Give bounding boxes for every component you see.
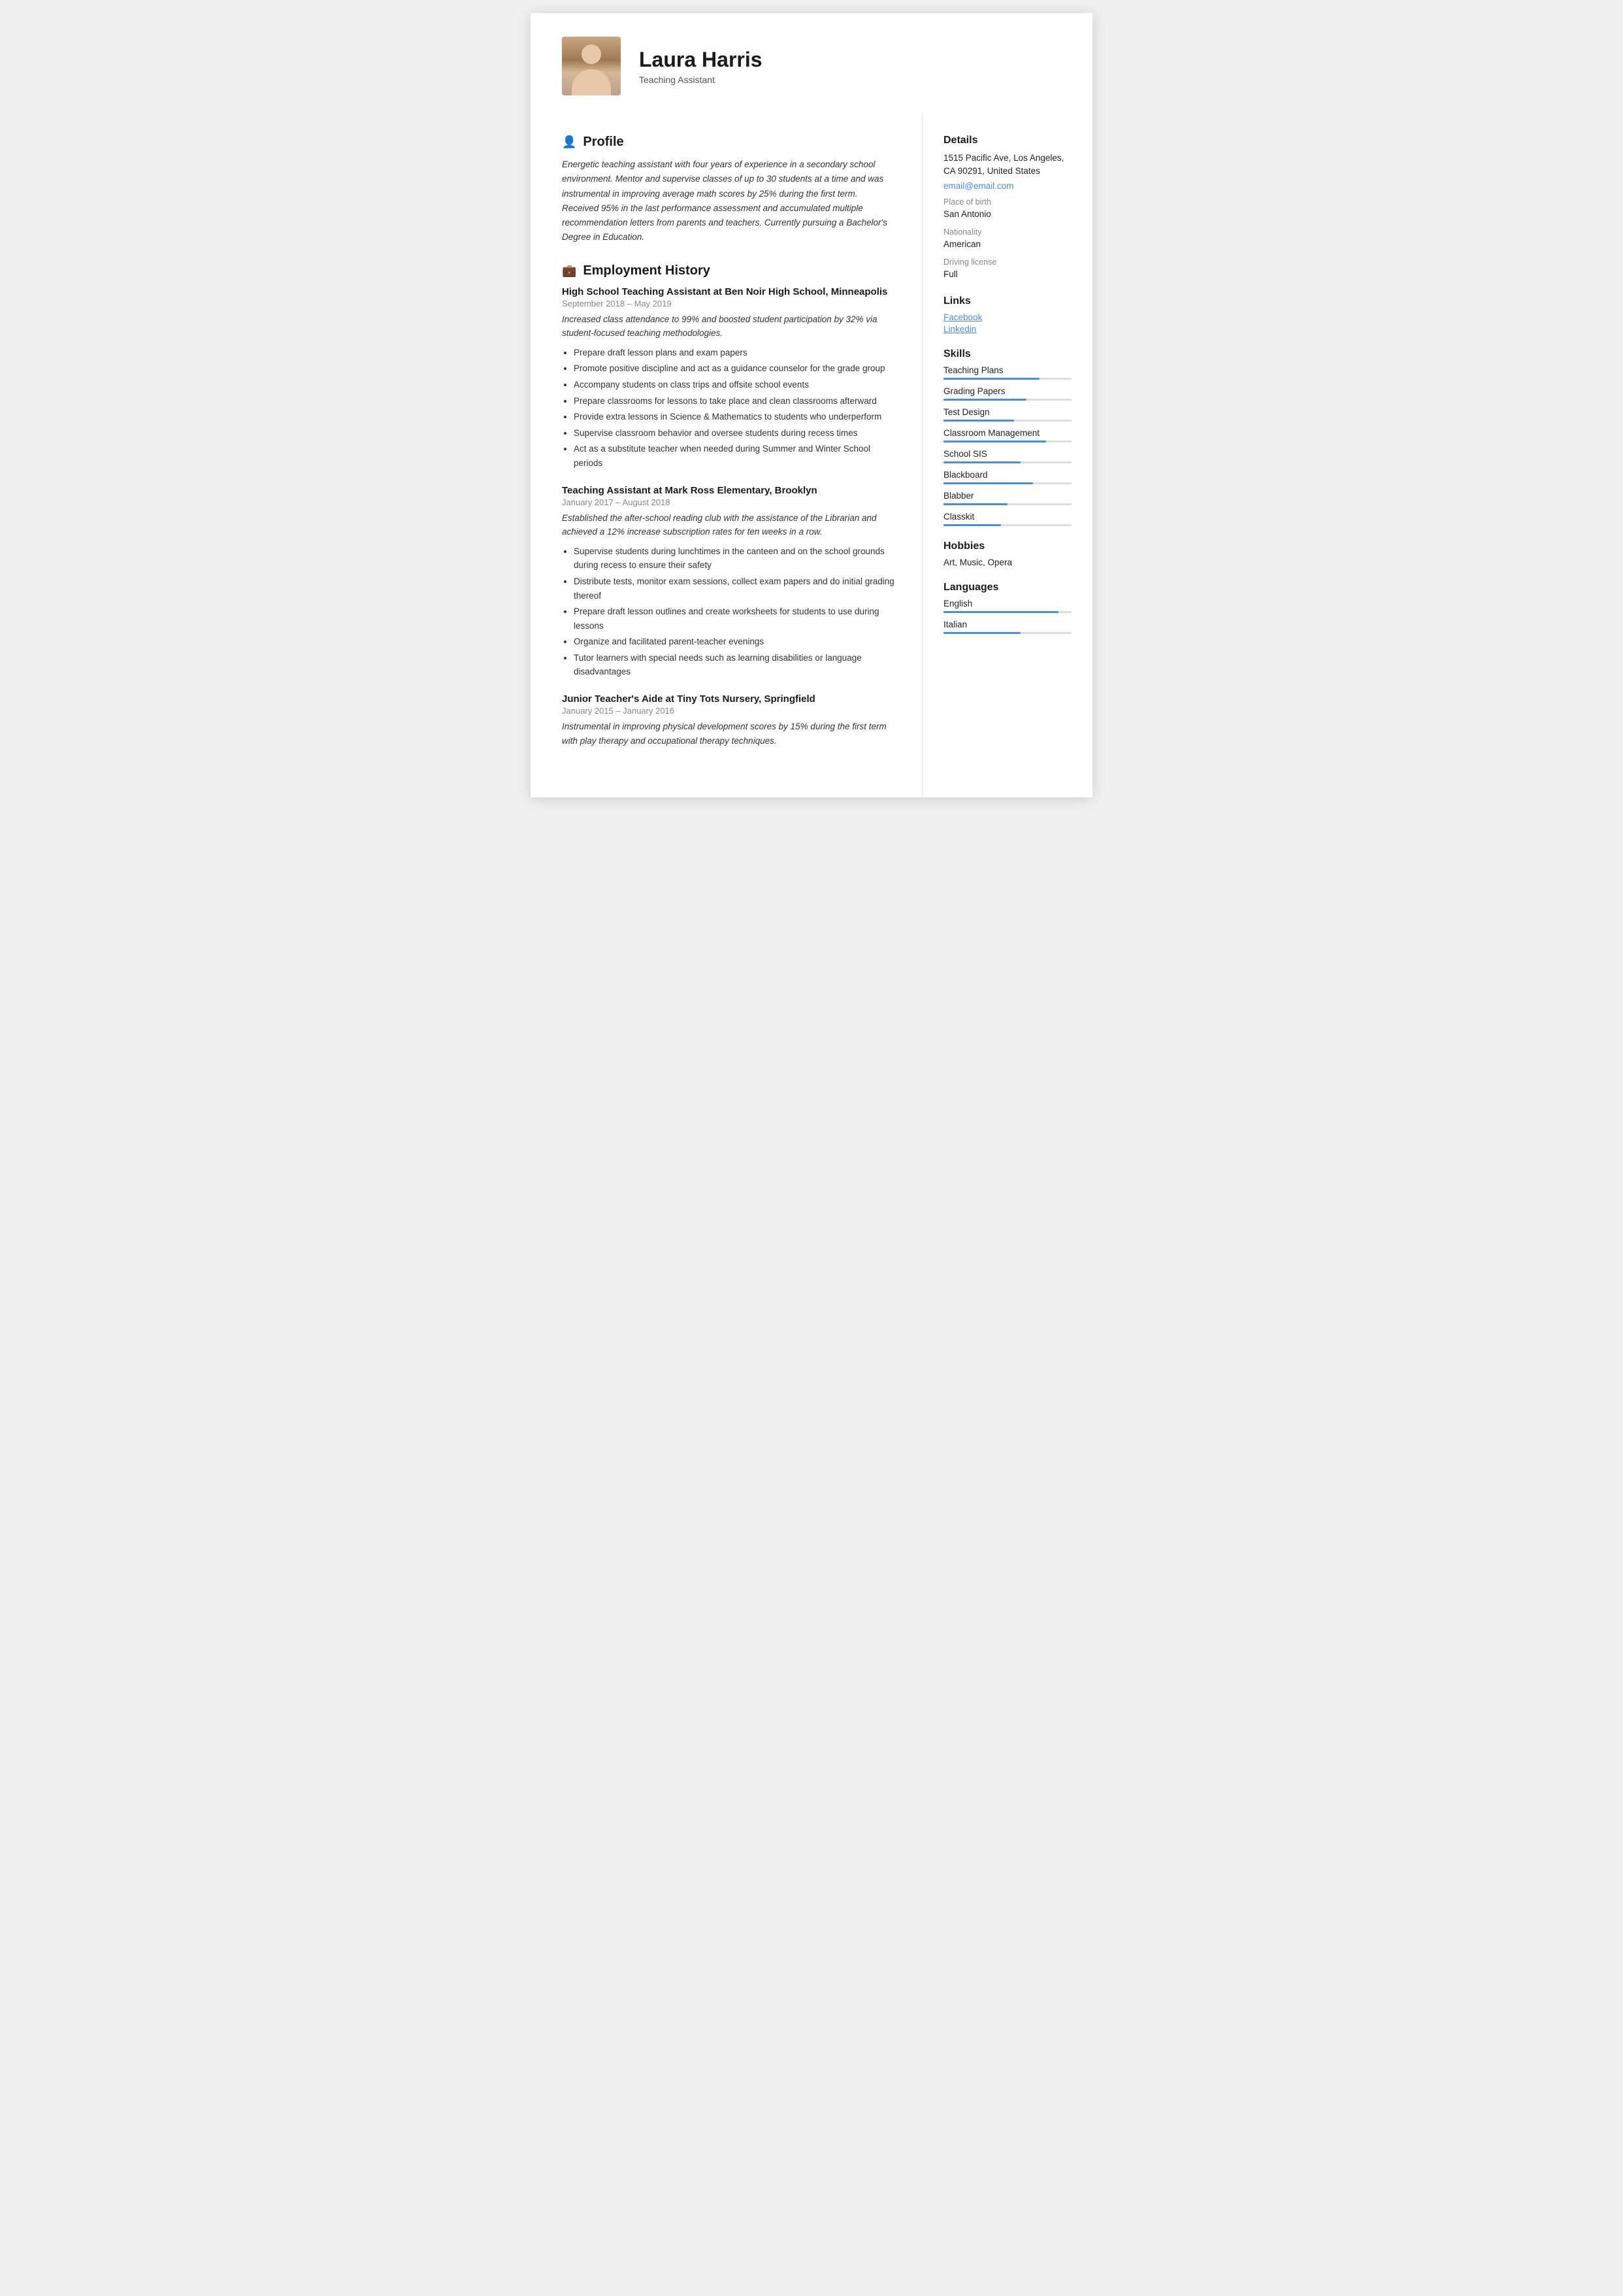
bullet-item: Supervise classroom behavior and oversee…	[574, 426, 896, 441]
detail-nationality-label: Nationality	[943, 227, 1072, 237]
bullet-item: Tutor learners with special needs such a…	[574, 651, 896, 679]
employment-heading: 💼 Employment History	[562, 263, 896, 278]
skill-test-design: Test Design	[943, 407, 1072, 422]
job-3-description: Instrumental in improving physical devel…	[562, 720, 896, 748]
bullet-item: Prepare draft lesson outlines and create…	[574, 605, 896, 633]
detail-pob-label: Place of birth	[943, 197, 1072, 207]
languages-section: Languages English Italian	[943, 582, 1072, 634]
employment-icon: 💼	[562, 264, 576, 278]
job-1-title: High School Teaching Assistant at Ben No…	[562, 286, 896, 297]
detail-license-value: Full	[943, 268, 1072, 281]
employment-section: 💼 Employment History High School Teachin…	[562, 263, 896, 748]
skill-blabber: Blabber	[943, 491, 1072, 505]
links-section: Links Facebook Linkedin	[943, 295, 1072, 334]
skill-classroom-management: Classroom Management	[943, 428, 1072, 442]
bullet-item: Prepare classrooms for lessons to take p…	[574, 394, 896, 408]
detail-license-label: Driving license	[943, 258, 1072, 267]
detail-pob-value: San Antonio	[943, 208, 1072, 221]
skills-section: Skills Teaching Plans Grading Papers Tes…	[943, 348, 1072, 526]
job-3-dates: January 2015 – January 2016	[562, 706, 896, 716]
job-1-bullets: Prepare draft lesson plans and exam pape…	[562, 346, 896, 471]
details-heading: Details	[943, 135, 1072, 146]
job-2-bullets: Supervise students during lunchtimes in …	[562, 544, 896, 679]
bullet-item: Act as a substitute teacher when needed …	[574, 442, 896, 470]
left-column: 👤 Profile Energetic teaching assistant w…	[531, 114, 923, 797]
hobbies-text: Art, Music, Opera	[943, 557, 1072, 567]
header: Laura Harris Teaching Assistant	[531, 13, 1092, 114]
link-facebook[interactable]: Facebook	[943, 312, 1072, 322]
header-info: Laura Harris Teaching Assistant	[639, 47, 1061, 85]
job-2-title: Teaching Assistant at Mark Ross Elementa…	[562, 485, 896, 496]
profile-text: Energetic teaching assistant with four y…	[562, 158, 896, 245]
candidate-name: Laura Harris	[639, 47, 1061, 72]
bullet-item: Distribute tests, monitor exam sessions,…	[574, 574, 896, 603]
job-3: Junior Teacher's Aide at Tiny Tots Nurse…	[562, 693, 896, 748]
main-layout: 👤 Profile Energetic teaching assistant w…	[531, 114, 1092, 797]
skill-school-sis: School SIS	[943, 449, 1072, 463]
job-1-dates: September 2018 – May 2019	[562, 299, 896, 308]
bullet-item: Prepare draft lesson plans and exam pape…	[574, 346, 896, 360]
skill-classkit: Classkit	[943, 512, 1072, 526]
profile-icon: 👤	[562, 135, 576, 149]
job-2-description: Established the after-school reading clu…	[562, 511, 896, 539]
language-italian: Italian	[943, 620, 1072, 634]
hobbies-heading: Hobbies	[943, 541, 1072, 552]
hobbies-section: Hobbies Art, Music, Opera	[943, 541, 1072, 567]
job-1: High School Teaching Assistant at Ben No…	[562, 286, 896, 471]
bullet-item: Supervise students during lunchtimes in …	[574, 544, 896, 573]
avatar	[562, 37, 621, 95]
resume-container: Laura Harris Teaching Assistant 👤 Profil…	[531, 13, 1092, 797]
details-section: Details 1515 Pacific Ave, Los Angeles, C…	[943, 135, 1072, 281]
skill-teaching-plans: Teaching Plans	[943, 365, 1072, 380]
bullet-item: Promote positive discipline and act as a…	[574, 361, 896, 376]
detail-nationality-value: American	[943, 238, 1072, 251]
job-2: Teaching Assistant at Mark Ross Elementa…	[562, 485, 896, 680]
languages-heading: Languages	[943, 582, 1072, 593]
skills-heading: Skills	[943, 348, 1072, 360]
avatar-image	[562, 37, 621, 95]
links-heading: Links	[943, 295, 1072, 307]
language-english: English	[943, 599, 1072, 613]
candidate-title: Teaching Assistant	[639, 75, 1061, 85]
skill-blackboard: Blackboard	[943, 470, 1072, 484]
link-linkedin[interactable]: Linkedin	[943, 324, 1072, 334]
profile-heading-text: Profile	[583, 135, 623, 150]
profile-heading: 👤 Profile	[562, 135, 896, 150]
job-1-description: Increased class attendance to 99% and bo…	[562, 312, 896, 341]
employment-heading-text: Employment History	[583, 263, 710, 278]
bullet-item: Organize and facilitated parent-teacher …	[574, 635, 896, 649]
bullet-item: Provide extra lessons in Science & Mathe…	[574, 410, 896, 424]
detail-email: email@email.com	[943, 181, 1072, 191]
detail-address: 1515 Pacific Ave, Los Angeles, CA 90291,…	[943, 152, 1072, 178]
bullet-item: Accompany students on class trips and of…	[574, 378, 896, 392]
skill-grading-papers: Grading Papers	[943, 386, 1072, 401]
right-column: Details 1515 Pacific Ave, Los Angeles, C…	[923, 114, 1092, 797]
job-2-dates: January 2017 – August 2018	[562, 497, 896, 507]
job-3-title: Junior Teacher's Aide at Tiny Tots Nurse…	[562, 693, 896, 705]
profile-section: 👤 Profile Energetic teaching assistant w…	[562, 135, 896, 245]
